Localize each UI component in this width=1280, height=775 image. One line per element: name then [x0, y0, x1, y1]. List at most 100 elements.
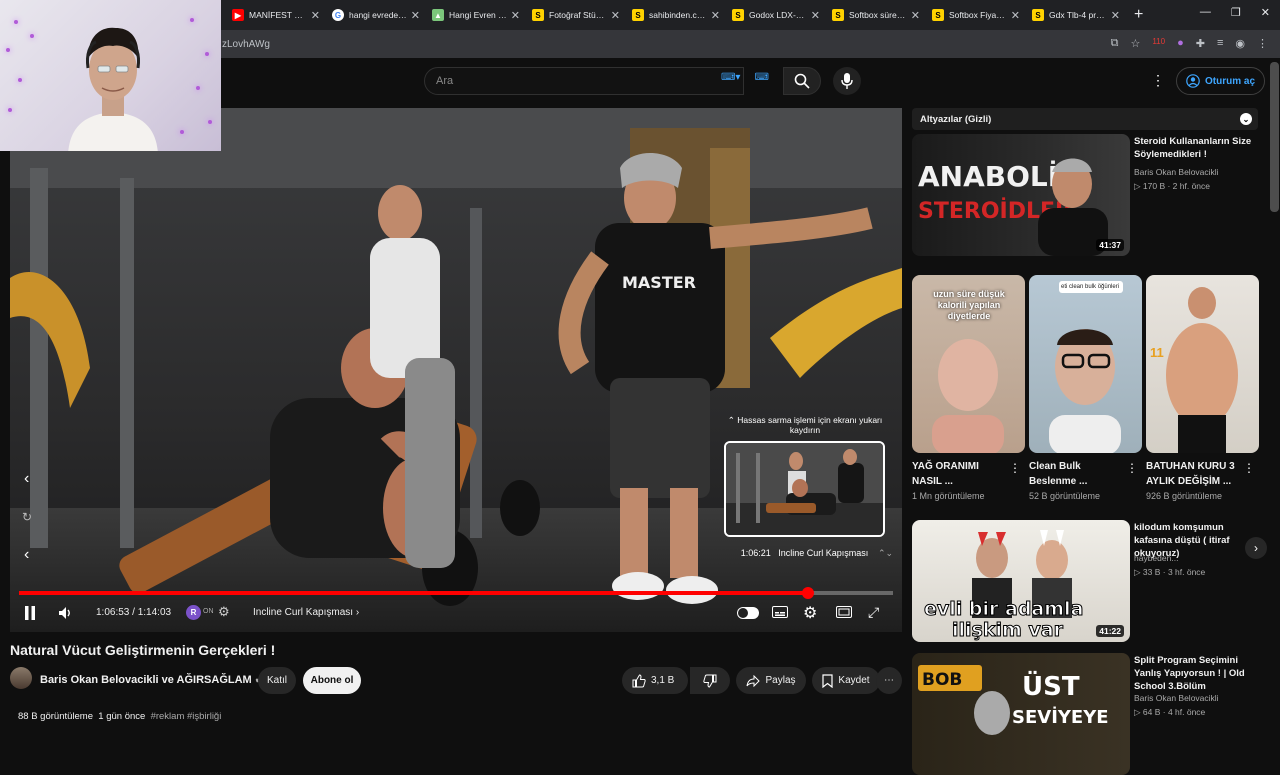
captions-chip[interactable]: Altyazılar (Gizli) ⌄: [912, 108, 1258, 130]
short-title[interactable]: YAĞ ORANIMI NASIL ...: [912, 459, 1008, 489]
shorts-shelf: uzun süre düşük kalorili yapılan diyetle…: [912, 275, 1267, 559]
subscribe-button[interactable]: Abone ol: [303, 667, 361, 694]
puzzle-extensions-icon[interactable]: ✚: [1196, 37, 1205, 50]
browser-tab[interactable]: S Fotoğraf Stüdy... ✕: [526, 2, 626, 28]
browser-tab[interactable]: S Godox LDX-55... ✕: [726, 2, 826, 28]
translate-icon[interactable]: ⌨▾: [721, 72, 740, 83]
short-item[interactable]: uzun süre düşük kalorili yapılan diyetle…: [912, 275, 1025, 501]
thumbnail-text-line2: ilişkim var: [952, 619, 1064, 641]
browser-tab[interactable]: S Softbox sürekli... ✕: [826, 2, 926, 28]
more-vertical-icon[interactable]: ⋮: [1243, 461, 1255, 475]
short-thumbnail[interactable]: 11: [1146, 275, 1259, 453]
channel-avatar[interactable]: [10, 667, 32, 689]
left-chevron-icon[interactable]: ‹: [24, 546, 29, 564]
autoplay-toggle-icon[interactable]: [737, 607, 759, 619]
join-button[interactable]: Katıl: [258, 667, 296, 694]
video-stats: ▷ 170 B · 2 hf. önce: [1134, 181, 1211, 191]
settings-menu-icon[interactable]: ⋮: [1151, 72, 1165, 89]
expand-chapters-icon[interactable]: ⌃⌄: [878, 548, 893, 559]
keyboard-icon[interactable]: ⌨: [754, 72, 768, 83]
close-tab-icon[interactable]: ✕: [811, 9, 820, 22]
video-metadata: 88 B görüntüleme 1 gün önce #reklam #işb…: [18, 711, 222, 722]
close-tab-icon[interactable]: ✕: [911, 9, 920, 22]
video-thumbnail[interactable]: evli bir adamla ilişkim var 41:22: [912, 520, 1130, 642]
video-title-link[interactable]: Split Program Seçimini Yanlış Yapıyorsun…: [1134, 654, 1258, 693]
short-thumbnail[interactable]: eti clean bulk öğünleri: [1029, 275, 1142, 453]
browser-tab[interactable]: ▶MANİFEST DR...✕: [226, 2, 326, 28]
browser-tab[interactable]: ▲ Hangi Evren D... ✕: [426, 2, 526, 28]
dislike-button[interactable]: [690, 667, 730, 694]
extension-gear-icon[interactable]: ⚙: [218, 604, 230, 620]
profile-icon[interactable]: ◉: [1235, 37, 1245, 50]
extension-logo-icon[interactable]: R: [186, 605, 201, 620]
restore-icon[interactable]: ❐: [1231, 6, 1241, 19]
recommended-video[interactable]: BOB ÜST SEVİYEYE Split Program Seçimini …: [912, 653, 1258, 775]
recommended-video[interactable]: evli bir adamla ilişkim var 41:22 kilodu…: [912, 520, 1258, 648]
search-input[interactable]: Ara: [424, 67, 744, 95]
more-vertical-icon[interactable]: ⋮: [1126, 461, 1138, 475]
save-button[interactable]: Kaydet: [812, 667, 880, 694]
more-horizontal-icon: ⋯: [884, 675, 894, 686]
extension-badge-icon[interactable]: 110: [1152, 37, 1165, 50]
video-title-link[interactable]: Steroid Kullananların Size Söylemedikler…: [1134, 135, 1258, 161]
browser-tab[interactable]: Ghangi evrede d... ✕: [326, 2, 426, 28]
video-stats: ▷ 64 B · 4 hf. önce: [1134, 707, 1206, 717]
short-thumbnail[interactable]: uzun süre düşük kalorili yapılan diyetle…: [912, 275, 1025, 453]
video-player[interactable]: MASTER ‹ ↻ ‹ ⌃ Hassas sarma işlemi için …: [10, 108, 902, 632]
chapter-button[interactable]: Incline Curl Kapışması ›: [253, 607, 359, 618]
search-tools: ⌨▾ ⌨: [721, 72, 769, 83]
media-controls-icon[interactable]: ≡: [1217, 37, 1223, 50]
voice-search-button[interactable]: [833, 67, 861, 95]
signin-button[interactable]: Oturum aç: [1176, 67, 1266, 95]
progress-bar[interactable]: [19, 587, 893, 599]
fullscreen-icon[interactable]: ⤢: [868, 604, 879, 621]
replay-icon[interactable]: ↻: [22, 510, 32, 524]
chevron-down-icon[interactable]: ⌄: [1240, 113, 1252, 125]
bookmark-icon: [822, 673, 834, 688]
channel-link[interactable]: Baris Okan Belovacikli: [1134, 167, 1219, 177]
video-duration: 41:37: [1096, 239, 1124, 251]
sahibinden-favicon-icon: S: [532, 9, 544, 21]
close-tab-icon[interactable]: ✕: [1111, 9, 1120, 22]
close-tab-icon[interactable]: ✕: [411, 9, 420, 22]
settings-gear-icon[interactable]: ⚙: [803, 603, 817, 623]
recommended-video[interactable]: ANABOLİK STEROİDLER 41:37 Steroid Kullan…: [912, 134, 1258, 264]
channel-name[interactable]: Baris Okan Belovacikli ve AĞIRSAĞLAM ✔: [40, 673, 264, 686]
like-button[interactable]: 3,1 B: [622, 667, 688, 694]
browser-tab[interactable]: Ssahibinden.com...✕: [626, 2, 726, 28]
page-scrollbar[interactable]: [1270, 62, 1279, 212]
video-thumbnail[interactable]: BOB ÜST SEVİYEYE: [912, 653, 1130, 775]
search-button[interactable]: [783, 67, 821, 95]
browser-tab[interactable]: S Softbox Fiyatla... ✕: [926, 2, 1026, 28]
share-button[interactable]: Paylaş: [736, 667, 806, 694]
close-tab-icon[interactable]: ✕: [1011, 9, 1020, 22]
subtitles-icon[interactable]: [772, 606, 788, 618]
browser-tab[interactable]: S Gdx Tlb-4 pro... ✕: [1026, 2, 1126, 28]
video-thumbnail[interactable]: ANABOLİK STEROİDLER 41:37: [912, 134, 1130, 256]
more-actions-button[interactable]: ⋯: [876, 667, 902, 694]
search-icon: [794, 73, 810, 89]
browser-menu-icon[interactable]: ⋮: [1257, 37, 1268, 50]
extension-icon[interactable]: ●: [1177, 37, 1184, 50]
volume-icon[interactable]: [58, 606, 72, 620]
short-title[interactable]: BATUHAN KURU 3 AYLIK DEĞİŞİM ...: [1146, 459, 1242, 489]
new-tab-icon[interactable]: +: [1134, 6, 1143, 24]
url-text[interactable]: zLovhAWg: [222, 39, 270, 50]
close-tab-icon[interactable]: ✕: [511, 9, 520, 22]
channel-link[interactable]: Baris Okan Belovacikli: [1134, 693, 1219, 703]
theater-mode-icon[interactable]: [836, 606, 852, 618]
short-item[interactable]: 11 BATUHAN KURU 3 AYLIK DEĞİŞİM ... 926 …: [1146, 275, 1259, 501]
short-title[interactable]: Clean Bulk Beslenme ...: [1029, 459, 1125, 489]
close-tab-icon[interactable]: ✕: [711, 9, 720, 22]
previous-chevron-icon[interactable]: ‹: [24, 470, 29, 488]
short-item[interactable]: eti clean bulk öğünleri Clean Bulk Besle…: [1029, 275, 1142, 501]
minimize-icon[interactable]: —: [1200, 6, 1211, 19]
close-window-icon[interactable]: ✕: [1261, 6, 1270, 19]
channel-link[interactable]: haybeden...: [1134, 553, 1178, 563]
close-tab-icon[interactable]: ✕: [611, 9, 620, 22]
bookmark-star-icon[interactable]: ☆: [1130, 37, 1140, 50]
install-app-icon[interactable]: ⧉: [1111, 37, 1119, 50]
more-vertical-icon[interactable]: ⋮: [1009, 461, 1021, 475]
pause-icon[interactable]: [24, 606, 36, 620]
close-tab-icon[interactable]: ✕: [311, 9, 320, 22]
